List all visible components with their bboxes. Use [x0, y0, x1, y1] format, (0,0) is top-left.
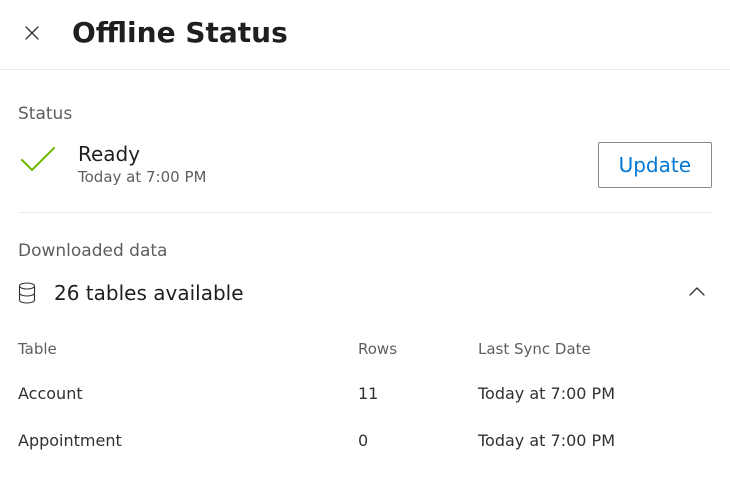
status-row: Ready Today at 7:00 PM Update [18, 142, 712, 213]
cell-last-sync: Today at 7:00 PM [478, 384, 712, 403]
status-left: Ready Today at 7:00 PM [18, 142, 206, 186]
collapse-toggle[interactable] [682, 277, 712, 308]
table-header: Table Rows Last Sync Date [18, 328, 712, 370]
database-icon [18, 282, 54, 304]
downloaded-section-label: Downloaded data [18, 213, 712, 277]
status-text: Ready Today at 7:00 PM [78, 142, 206, 186]
column-header-rows: Rows [358, 340, 478, 358]
column-header-table: Table [18, 340, 358, 358]
status-section-label: Status [18, 70, 712, 142]
cell-table-name: Appointment [18, 431, 358, 450]
cell-row-count: 11 [358, 384, 478, 403]
table-row: Account 11 Today at 7:00 PM [18, 370, 712, 417]
close-icon [24, 25, 40, 41]
cell-row-count: 0 [358, 431, 478, 450]
page-header: Offline Status [0, 0, 730, 70]
table-row: Appointment 0 Today at 7:00 PM [18, 417, 712, 464]
checkmark-icon [18, 142, 78, 174]
cell-table-name: Account [18, 384, 358, 403]
tables-summary-text: 26 tables available [54, 281, 244, 305]
status-title: Ready [78, 142, 206, 166]
status-timestamp: Today at 7:00 PM [78, 168, 206, 186]
cell-last-sync: Today at 7:00 PM [478, 431, 712, 450]
column-header-last-sync: Last Sync Date [478, 340, 712, 358]
tables-summary-left: 26 tables available [18, 281, 244, 305]
chevron-up-icon [688, 286, 706, 298]
tables-summary-row[interactable]: 26 tables available [18, 277, 712, 328]
update-button[interactable]: Update [598, 142, 712, 188]
page-title: Offline Status [72, 16, 288, 49]
close-button[interactable] [18, 19, 46, 47]
content-area: Status Ready Today at 7:00 PM Update Dow… [0, 70, 730, 464]
